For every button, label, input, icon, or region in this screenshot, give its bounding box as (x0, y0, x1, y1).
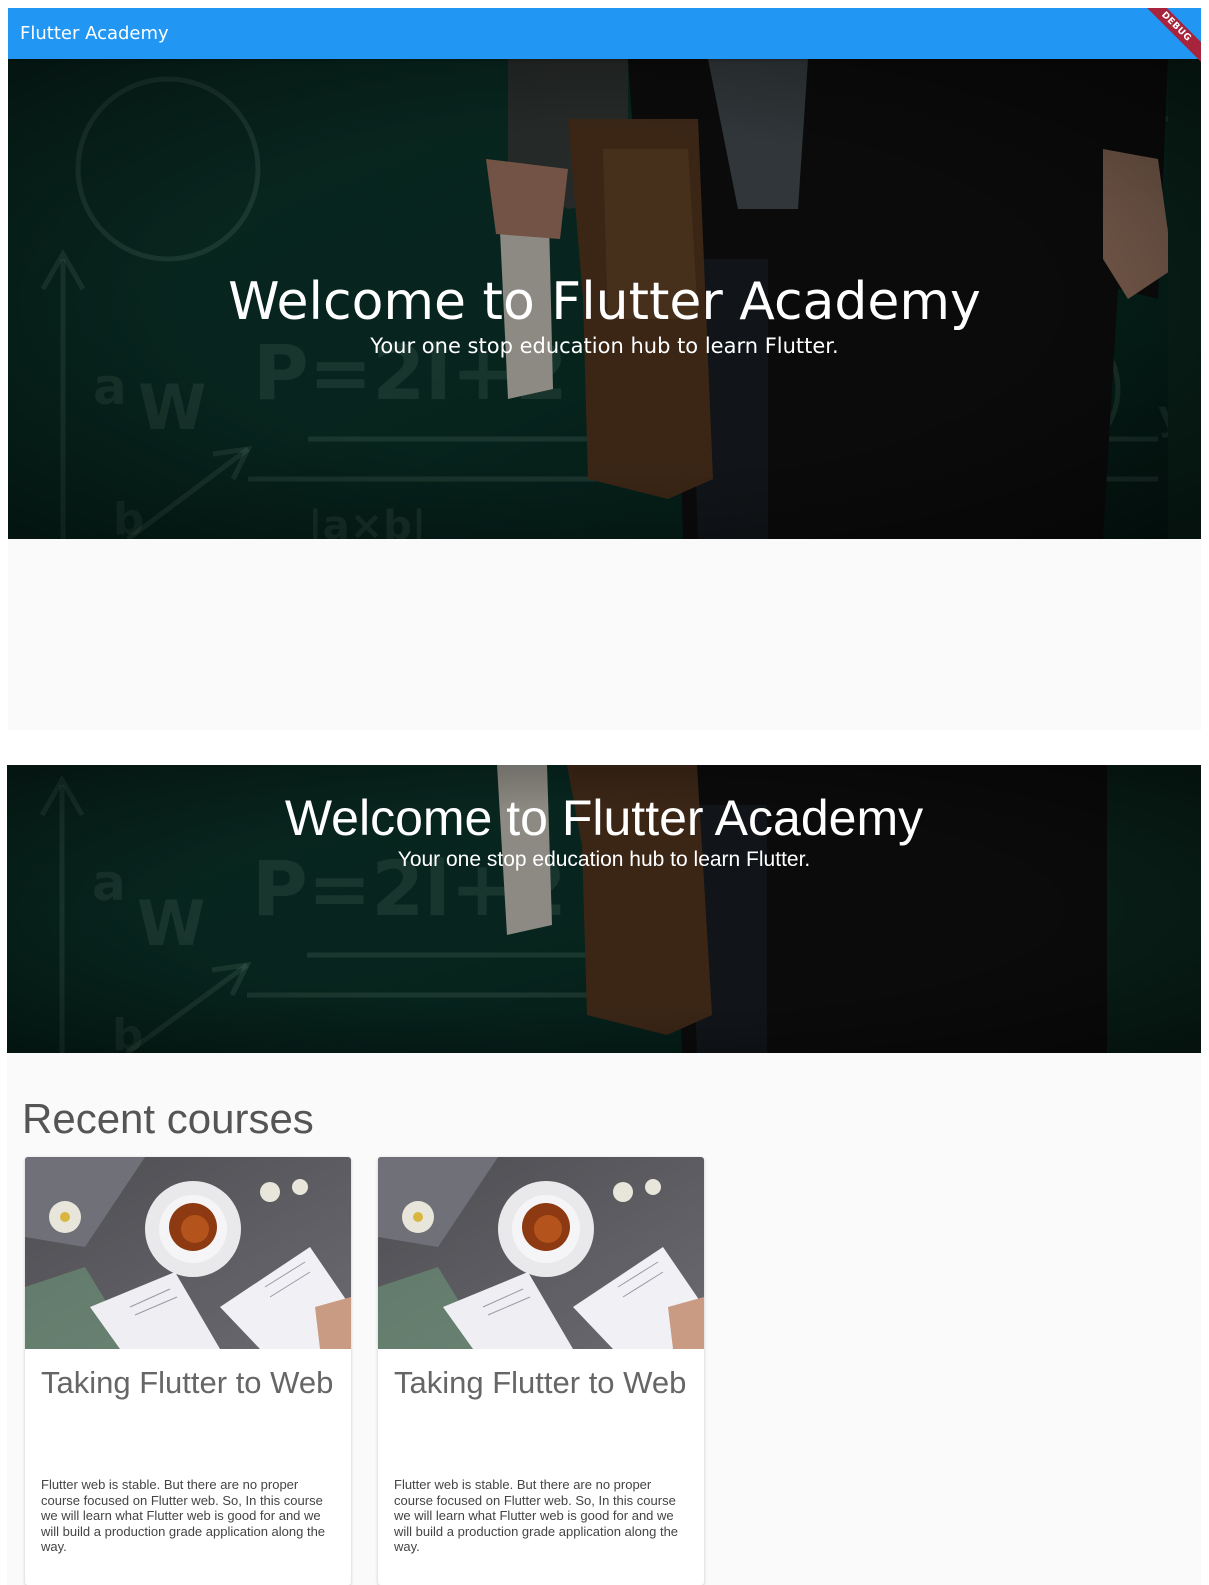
course-description: Flutter web is stable. But there are no … (41, 1477, 326, 1554)
course-description: Flutter web is stable. But there are no … (394, 1477, 679, 1554)
course-title: Taking Flutter to Web (394, 1365, 687, 1400)
recent-courses-heading: Recent courses (22, 1095, 314, 1142)
course-card[interactable]: Taking Flutter to Web Flutter web is sta… (378, 1157, 704, 1585)
hero-text: Welcome to Flutter Academy Your one stop… (8, 271, 1201, 359)
mockup-hero-title: Welcome to Flutter Academy (284, 790, 924, 846)
design-mockup: a W P=2l+2 b y Welcome to Flutter Academ… (7, 765, 1201, 1585)
hero-subtitle: Your one stop education hub to learn Flu… (370, 334, 839, 358)
app-window: Flutter Academy DEBUG a W P=2l+2 b (8, 8, 1201, 730)
hero-banner: a W P=2l+2 b |a×b| y (8, 59, 1201, 539)
tea-cup-books-image (25, 1157, 351, 1349)
mockup-hero-banner: a W P=2l+2 b y Welcome to Flutter Academ… (7, 765, 1201, 1053)
app-bar: Flutter Academy (8, 8, 1201, 59)
tea-cup-books-image (378, 1157, 704, 1349)
course-title: Taking Flutter to Web (41, 1365, 334, 1400)
mockup-hero-text: Welcome to Flutter Academy Your one stop… (7, 789, 1201, 873)
app-title: Flutter Academy (20, 23, 169, 44)
course-card[interactable]: Taking Flutter to Web Flutter web is sta… (25, 1157, 351, 1585)
hero-title: Welcome to Flutter Academy (228, 272, 981, 332)
mockup-hero-subtitle: Your one stop education hub to learn Flu… (397, 848, 811, 871)
